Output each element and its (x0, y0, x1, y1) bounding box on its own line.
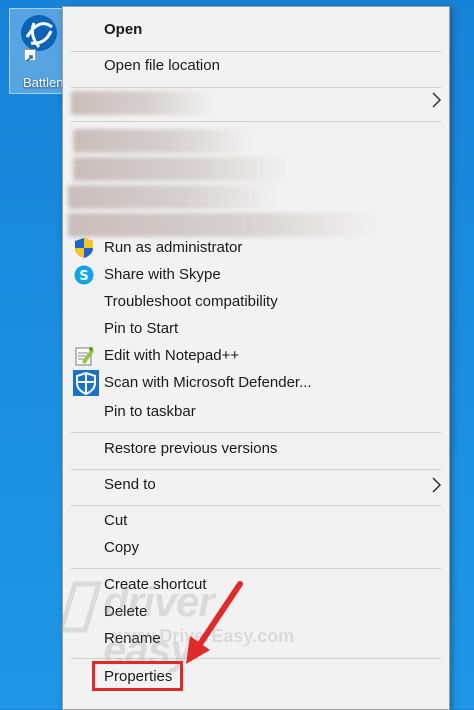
defender-shield-icon (73, 370, 99, 396)
annotation-arrow-icon (186, 581, 243, 664)
menu-item-share-skype[interactable]: S Share with Skype (63, 261, 449, 288)
properties-highlight-box (92, 661, 183, 691)
battlenet-logo-icon (21, 15, 57, 51)
desktop-shortcut-battlenet[interactable]: Battlenet (9, 8, 73, 94)
menu-separator (71, 658, 441, 659)
uac-shield-icon (75, 238, 93, 258)
menu-item-send-to[interactable]: Send to (63, 471, 449, 498)
svg-text:S: S (79, 269, 88, 284)
chevron-right-icon (432, 477, 442, 493)
redacted-menu-item[interactable] (73, 157, 288, 181)
menu-separator (71, 469, 441, 470)
menu-item-open-file-location[interactable]: Open file location (63, 52, 449, 79)
menu-separator (71, 121, 441, 122)
menu-item-scan-defender[interactable]: Scan with Microsoft Defender... (63, 369, 449, 396)
redacted-menu-item[interactable] (71, 91, 213, 115)
menu-separator (71, 568, 441, 569)
menu-item-troubleshoot[interactable]: Troubleshoot compatibility (63, 288, 449, 315)
menu-item-copy[interactable]: Copy (63, 534, 449, 561)
menu-item-open[interactable]: Open (63, 16, 449, 43)
menu-separator (71, 87, 441, 88)
menu-item-restore-versions[interactable]: Restore previous versions (63, 435, 449, 462)
redacted-menu-item[interactable] (73, 129, 253, 153)
redacted-menu-item[interactable] (68, 185, 278, 209)
chevron-right-icon (432, 92, 442, 108)
menu-separator (71, 505, 441, 506)
context-menu: Open Open file location Run as administr… (62, 6, 450, 710)
menu-item-delete[interactable]: Delete (63, 598, 449, 625)
menu-item-pin-taskbar[interactable]: Pin to taskbar (63, 398, 449, 425)
menu-item-pin-start[interactable]: Pin to Start (63, 315, 449, 342)
menu-item-run-as-admin[interactable]: Run as administrator (63, 234, 449, 261)
shortcut-arrow-icon (24, 49, 36, 62)
menu-item-rename[interactable]: Rename (63, 625, 449, 652)
menu-item-create-shortcut[interactable]: Create shortcut (63, 571, 449, 598)
skype-icon: S (74, 265, 94, 285)
menu-item-edit-notepad[interactable]: Edit with Notepad++ (63, 342, 449, 369)
menu-separator (71, 432, 441, 433)
notepad-plus-icon (75, 347, 94, 366)
menu-item-cut[interactable]: Cut (63, 507, 449, 534)
